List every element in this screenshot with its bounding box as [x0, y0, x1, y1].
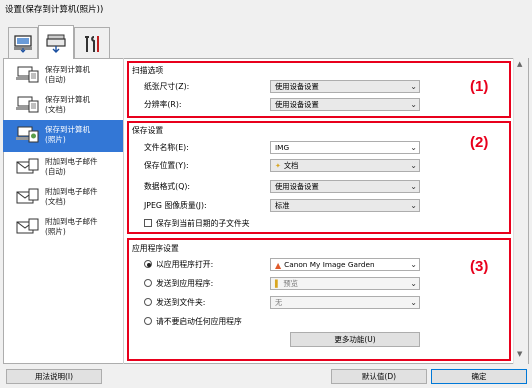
sidebar-item-label: 附加到电子邮件 (自动): [45, 157, 98, 176]
sidebar-item-email-auto[interactable]: 附加到电子邮件 (自动): [3, 154, 123, 184]
save-in-label: 保存位置(Y):: [144, 161, 189, 170]
section-marker-3: (3): [470, 258, 489, 275]
send-to-app-radio[interactable]: [144, 279, 152, 287]
chevron-down-icon: ⌄: [410, 100, 417, 109]
section-title: 保存设置: [132, 126, 164, 135]
send-to-app-select[interactable]: ▌ 预览 ⌄: [270, 277, 420, 290]
sidebar: 保存到计算机 (自动) 保存到计算机 (文档) 保存到计算机 (照片) 附加到电…: [3, 58, 124, 364]
section-title: 应用程序设置: [132, 244, 179, 253]
tools-icon: [85, 35, 99, 52]
sidebar-item-label: 保存到计算机 (照片): [45, 125, 90, 144]
chevron-down-icon: ⌄: [410, 279, 417, 288]
subfolder-label: 保存到当前日期的子文件夹: [156, 219, 250, 228]
resolution-value: 使用设备设置: [275, 100, 319, 109]
section-title: 扫描选项: [132, 66, 164, 75]
email-attach-icon: [16, 158, 39, 174]
sidebar-item-save-computer-document[interactable]: 保存到计算机 (文档): [3, 92, 123, 122]
window-title: 设置(保存到计算机(照片)): [5, 5, 104, 15]
open-with-app-radio[interactable]: [144, 260, 152, 268]
paper-size-value: 使用设备设置: [275, 82, 319, 91]
save-in-select[interactable]: ✦ 文档 ⌄: [270, 159, 420, 172]
no-app-radio[interactable]: [144, 317, 152, 325]
computer-scan-icon: [14, 34, 32, 53]
jpeg-quality-value: 标准: [275, 201, 290, 210]
open-with-app-select[interactable]: ▲ Canon My Image Garden ⌄: [270, 258, 420, 271]
preview-icon: ▌: [275, 279, 281, 288]
paper-size-label: 纸张尺寸(Z):: [144, 82, 190, 91]
more-functions-button[interactable]: 更多功能(U): [290, 332, 420, 347]
sidebar-item-label: 附加到电子邮件 (文档): [45, 187, 98, 206]
sidebar-item-label: 附加到电子邮件 (照片): [45, 217, 98, 236]
open-with-app-value: Canon My Image Garden: [284, 260, 375, 269]
section-marker-1: (1): [470, 78, 489, 95]
file-name-value: IMG: [275, 143, 290, 152]
send-to-folder-radio[interactable]: [144, 298, 152, 306]
scroll-down-icon[interactable]: ▼: [517, 350, 522, 358]
open-with-app-label: 以应用程序打开:: [156, 260, 214, 269]
email-attach-icon: [16, 218, 39, 234]
sidebar-item-email-document[interactable]: 附加到电子邮件 (文档): [3, 184, 123, 214]
scanner-icon: [46, 34, 66, 53]
paper-size-select[interactable]: 使用设备设置 ⌄: [270, 80, 420, 93]
send-to-folder-select[interactable]: 无 ⌄: [270, 296, 420, 309]
instructions-button[interactable]: 用法说明(I): [6, 369, 102, 384]
scroll-up-icon[interactable]: ▲: [517, 60, 522, 68]
sidebar-item-label: 保存到计算机 (自动): [45, 65, 90, 84]
chevron-down-icon: ⌄: [410, 182, 417, 191]
vertical-scrollbar[interactable]: ▲ ▼: [513, 58, 528, 364]
send-to-app-value: 预览: [283, 279, 298, 288]
image-garden-icon: ▲: [275, 260, 282, 270]
data-format-select[interactable]: 使用设备设置 ⌄: [270, 180, 420, 193]
send-to-folder-value: 无: [275, 298, 283, 307]
chevron-down-icon: ⌄: [410, 298, 417, 307]
save-to-computer-icon: [16, 126, 39, 143]
data-format-label: 数据格式(Q):: [144, 182, 191, 191]
ok-button[interactable]: 确定: [431, 369, 527, 384]
chevron-down-icon: ⌄: [410, 161, 417, 170]
data-format-value: 使用设备设置: [275, 182, 319, 191]
no-app-label: 请不要启动任何应用程序: [156, 317, 242, 326]
send-to-folder-label: 发送到文件夹:: [156, 298, 206, 307]
subfolder-checkbox[interactable]: [144, 219, 152, 227]
chevron-down-icon: ⌄: [410, 82, 417, 91]
sidebar-item-label: 保存到计算机 (文档): [45, 95, 90, 114]
defaults-button[interactable]: 默认值(D): [331, 369, 427, 384]
resolution-select[interactable]: 使用设备设置 ⌄: [270, 98, 420, 111]
save-to-computer-icon: [16, 66, 39, 83]
save-in-value: 文档: [283, 161, 299, 170]
send-to-app-label: 发送到应用程序:: [156, 279, 214, 288]
tab-general-settings[interactable]: [74, 27, 110, 59]
sidebar-item-save-computer-auto[interactable]: 保存到计算机 (自动): [3, 62, 123, 92]
tab-scan-from-operation-panel[interactable]: [38, 25, 74, 59]
section-marker-2: (2): [470, 134, 489, 151]
chevron-down-icon: ⌄: [410, 201, 417, 210]
chevron-down-icon: ⌄: [410, 260, 417, 269]
jpeg-quality-label: JPEG 图像质量(J):: [144, 201, 207, 210]
sidebar-item-email-photo[interactable]: 附加到电子邮件 (照片): [3, 214, 123, 244]
sidebar-item-save-computer-photo[interactable]: 保存到计算机 (照片): [3, 120, 123, 152]
chevron-down-icon: ⌄: [410, 143, 417, 152]
save-to-computer-icon: [16, 96, 39, 113]
file-name-input[interactable]: IMG ⌄: [270, 141, 420, 154]
folder-icon: ✦: [275, 161, 281, 170]
tab-scan-from-computer[interactable]: [8, 27, 38, 59]
resolution-label: 分辨率(R):: [144, 100, 182, 109]
email-attach-icon: [16, 188, 39, 204]
jpeg-quality-select[interactable]: 标准 ⌄: [270, 199, 420, 212]
file-name-label: 文件名称(E):: [144, 143, 189, 152]
